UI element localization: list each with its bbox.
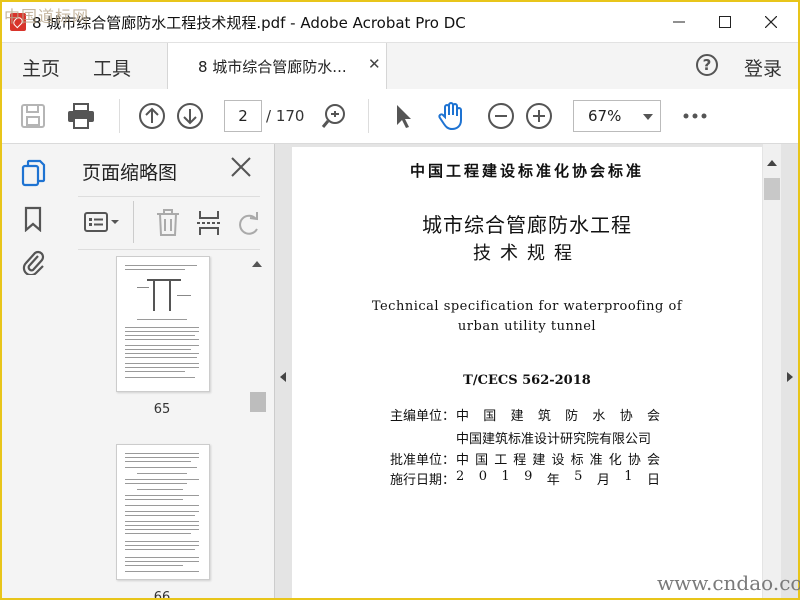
maximize-button[interactable] xyxy=(702,2,748,42)
effective-date-value: 2019年5月1日 xyxy=(456,469,660,488)
watermark-bottom: www.cndao.com xyxy=(657,571,800,595)
document-tab-label: 8 城市综合管廊防水... xyxy=(198,58,347,76)
approver-row: 批准单位： 中国工程建设标准化协会 xyxy=(390,449,660,468)
editor-value-1: 中国建筑防水协会 xyxy=(456,409,660,424)
delete-page-icon[interactable] xyxy=(155,209,181,241)
panel-title: 页面缩略图 xyxy=(82,162,178,184)
tab-document[interactable]: 8 城市综合管廊防水... ✕ xyxy=(167,43,387,89)
chevron-down-icon xyxy=(643,114,653,120)
zoom-in-icon[interactable] xyxy=(524,101,554,131)
document-title-line2: 技术规程 xyxy=(473,243,581,264)
panel-toolbar xyxy=(78,196,260,250)
main-toolbar: 2 / 170 67% xyxy=(2,89,798,144)
tab-tools[interactable]: 工具 xyxy=(93,54,131,81)
page-number-input[interactable]: 2 xyxy=(224,100,262,132)
save-icon[interactable] xyxy=(18,101,48,131)
zoom-value: 67% xyxy=(588,107,622,125)
print-icon[interactable] xyxy=(66,101,96,131)
thumbnail-page-label: 65 xyxy=(153,402,171,417)
close-icon xyxy=(765,16,777,28)
standard-header: 中国工程建设标准化协会标准 xyxy=(409,162,644,180)
document-title-line1: 城市综合管廊防水工程 xyxy=(422,213,632,237)
previous-page-icon[interactable] xyxy=(137,101,167,131)
tab-bar: 主页 工具 8 城市综合管廊防水... ✕ ? 登录 xyxy=(2,42,798,90)
effective-date-label: 施行日期： xyxy=(390,473,456,488)
tab-home[interactable]: 主页 xyxy=(22,54,60,81)
scrollbar-thumb[interactable] xyxy=(250,392,266,412)
editor-label: 主编单位： xyxy=(390,409,456,424)
page-thumbnail[interactable] xyxy=(116,444,210,580)
english-title-line2: urban utility tunnel xyxy=(457,319,597,334)
close-tab-button[interactable]: ✕ xyxy=(368,55,381,73)
hand-tool-icon[interactable] xyxy=(436,101,466,131)
english-title-line1: Technical specification for waterproofin… xyxy=(371,299,683,314)
help-icon[interactable]: ? xyxy=(696,54,718,76)
rotate-page-icon[interactable] xyxy=(236,211,262,241)
thumbnail-list: 65 66 xyxy=(64,256,274,598)
bookmark-icon[interactable] xyxy=(18,204,48,234)
zoom-select[interactable]: 67% xyxy=(573,100,661,132)
next-page-icon[interactable] xyxy=(175,101,205,131)
toolbar-separator xyxy=(119,99,120,133)
effective-date-row: 施行日期： 2019年5月1日 xyxy=(390,469,660,488)
collapse-left-panel-icon[interactable] xyxy=(280,372,286,382)
scroll-up-icon[interactable] xyxy=(767,160,777,166)
thumbnail-options-icon[interactable] xyxy=(84,211,122,239)
close-icon xyxy=(231,157,251,177)
minimize-icon xyxy=(673,21,685,23)
close-window-button[interactable] xyxy=(748,2,794,42)
page-thumbnail[interactable] xyxy=(116,256,210,392)
toolbar-separator xyxy=(133,201,134,243)
scrollbar-thumb[interactable] xyxy=(764,178,780,200)
split-page-icon[interactable] xyxy=(196,209,222,241)
more-tools-icon[interactable] xyxy=(680,101,710,131)
acrobat-window: 8 城市综合管廊防水工程技术规程.pdf - Adobe Acrobat Pro… xyxy=(0,0,800,600)
page-total: / 170 xyxy=(266,107,305,125)
minimize-button[interactable] xyxy=(656,2,702,42)
editor-row: 主编单位： 中国建筑防水协会 xyxy=(390,405,660,424)
zoom-search-icon[interactable] xyxy=(319,101,349,131)
login-button[interactable]: 登录 xyxy=(744,54,782,81)
title-bar: 8 城市综合管廊防水工程技术规程.pdf - Adobe Acrobat Pro… xyxy=(2,2,798,42)
navigation-rail xyxy=(2,144,65,598)
collapse-right-panel-icon[interactable] xyxy=(787,372,793,382)
document-view: 中国工程建设标准化协会标准 城市综合管廊防水工程 技术规程 Technical … xyxy=(275,144,798,598)
standard-code: T/CECS 562-2018 xyxy=(463,373,591,388)
zoom-out-icon[interactable] xyxy=(486,101,516,131)
page-thumbnails-panel: 页面缩略图 65 66 xyxy=(64,144,275,598)
scroll-up-icon[interactable] xyxy=(252,261,262,267)
close-panel-button[interactable] xyxy=(228,154,254,180)
editor-row-2: 中国建筑标准设计研究院有限公司 xyxy=(390,428,660,447)
select-cursor-icon[interactable] xyxy=(388,101,418,131)
toolbar-separator xyxy=(368,99,369,133)
pdf-page: 中国工程建设标准化协会标准 城市综合管廊防水工程 技术规程 Technical … xyxy=(292,147,762,598)
page-thumbnails-icon[interactable] xyxy=(18,158,48,188)
thumbnail-page-label: 66 xyxy=(153,590,171,598)
document-scrollbar[interactable] xyxy=(763,144,781,598)
maximize-icon xyxy=(719,16,731,28)
editor-value-2: 中国建筑标准设计研究院有限公司 xyxy=(456,432,652,447)
window-title: 8 城市综合管廊防水工程技术规程.pdf - Adobe Acrobat Pro… xyxy=(32,14,466,32)
approver-value: 中国工程建设标准化协会 xyxy=(456,453,660,468)
watermark-top: 中国道标网 xyxy=(4,7,90,26)
attachment-icon[interactable] xyxy=(18,246,48,276)
thumbnail-scrollbar[interactable] xyxy=(250,256,266,598)
approver-label: 批准单位： xyxy=(390,453,456,468)
